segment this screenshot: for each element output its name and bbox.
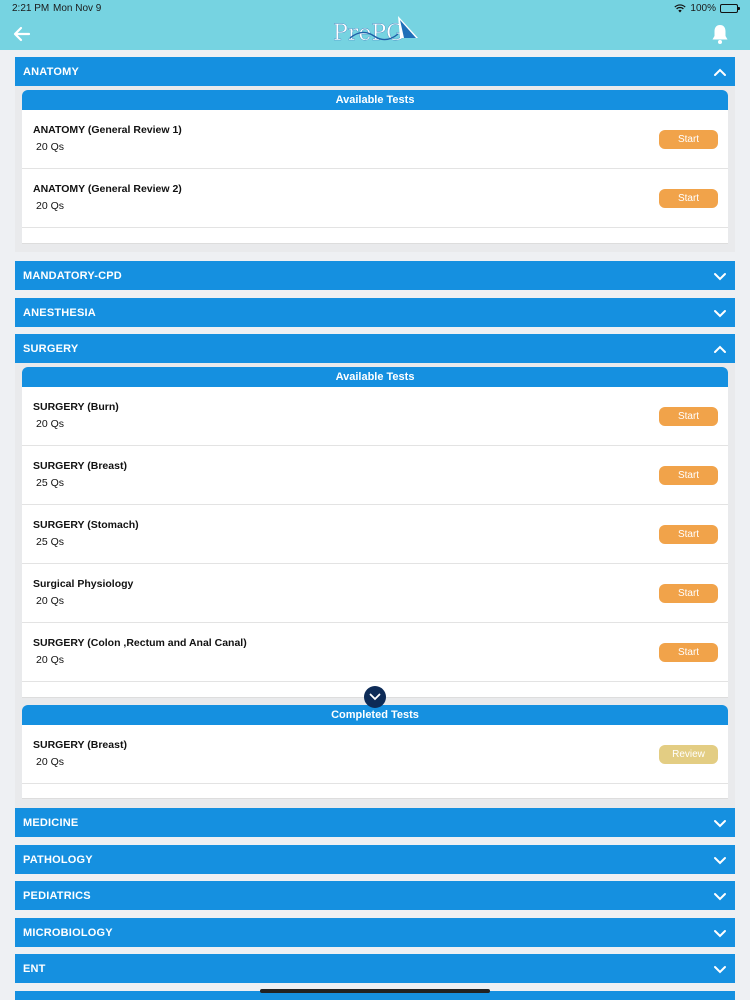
prepg-logo: PrePG	[333, 16, 418, 46]
accordion-header-anatomy[interactable]: ANATOMY	[15, 57, 735, 86]
scroll-down-button[interactable]	[364, 686, 386, 708]
review-button[interactable]: Review	[659, 745, 718, 764]
accordion-header-anesthesia[interactable]: ANESTHESIA	[15, 298, 735, 327]
list-footer	[22, 228, 728, 244]
accordion-header-surgery[interactable]: SURGERY	[15, 334, 735, 363]
chevron-down-icon	[714, 929, 726, 937]
test-question-count: 20 Qs	[36, 756, 65, 768]
start-button[interactable]: Start	[659, 189, 718, 208]
available-tests-header: Available Tests	[22, 367, 728, 387]
test-row: SURGERY (Burn) 20 Qs Start	[22, 387, 728, 446]
test-row: ANATOMY (General Review 1) 20 Qs Start	[22, 110, 728, 169]
accordion-title: ANESTHESIA	[23, 306, 96, 319]
test-name: ANATOMY (General Review 2)	[33, 183, 182, 195]
accordion-body-surgery: Available Tests SURGERY (Burn) 20 Qs Sta…	[15, 363, 735, 810]
accordion-microbiology: MICROBIOLOGY	[15, 918, 735, 947]
accordion-surgery: SURGERY Available Tests SURGERY (Burn) 2…	[15, 334, 735, 810]
accordion-body-anatomy: Available Tests ANATOMY (General Review …	[15, 86, 735, 252]
accordion-ent: ENT	[15, 954, 735, 983]
test-question-count: 25 Qs	[36, 477, 65, 489]
test-name: ANATOMY (General Review 1)	[33, 124, 182, 136]
accordion-pathology: PATHOLOGY	[15, 845, 735, 874]
bell-icon[interactable]	[710, 23, 730, 45]
back-arrow-icon[interactable]	[12, 24, 32, 44]
chevron-down-icon	[714, 819, 726, 827]
list-footer	[22, 784, 728, 799]
chevron-down-icon	[369, 693, 381, 701]
available-tests-header: Available Tests	[22, 90, 728, 110]
start-button[interactable]: Start	[659, 525, 718, 544]
accordion-anesthesia: ANESTHESIA	[15, 298, 735, 327]
chevron-up-icon	[714, 68, 726, 76]
accordion-title: SURGERY	[23, 342, 79, 355]
app-header: 2:21 PM Mon Nov 9 100% PrePG	[0, 0, 750, 50]
accordion-title: ENT	[23, 962, 46, 975]
start-button[interactable]: Start	[659, 407, 718, 426]
available-tests-list: ANATOMY (General Review 1) 20 Qs Start A…	[22, 110, 728, 244]
accordion-title: ANATOMY	[23, 65, 79, 78]
test-row: SURGERY (Stomach) 25 Qs Start	[22, 505, 728, 564]
accordion-title: PATHOLOGY	[23, 853, 93, 866]
accordion-title: MEDICINE	[23, 816, 79, 829]
status-date: Mon Nov 9	[53, 3, 102, 14]
test-row: SURGERY (Colon ,Rectum and Anal Canal) 2…	[22, 623, 728, 682]
accordion-header-pediatrics[interactable]: PEDIATRICS	[15, 881, 735, 910]
chevron-down-icon	[714, 272, 726, 280]
completed-tests-header: Completed Tests	[22, 705, 728, 725]
accordion-pediatrics: PEDIATRICS	[15, 881, 735, 910]
accordion-header-microbiology[interactable]: MICROBIOLOGY	[15, 918, 735, 947]
accordion-mandatory-cpd: MANDATORY-CPD	[15, 261, 735, 290]
start-button[interactable]: Start	[659, 643, 718, 662]
test-question-count: 20 Qs	[36, 654, 65, 666]
accordion-title: MANDATORY-CPD	[23, 269, 122, 282]
chevron-down-icon	[714, 309, 726, 317]
test-question-count: 20 Qs	[36, 141, 65, 153]
test-question-count: 20 Qs	[36, 200, 65, 212]
accordion-header-pathology[interactable]: PATHOLOGY	[15, 845, 735, 874]
status-right: 100%	[674, 3, 740, 14]
completed-tests-list: SURGERY (Breast) 20 Qs Review	[22, 725, 728, 799]
test-name: SURGERY (Breast)	[33, 460, 127, 472]
test-name: Surgical Physiology	[33, 578, 134, 590]
accordion-anatomy: ANATOMY Available Tests ANATOMY (General…	[15, 57, 735, 252]
accordion-header-mandatory-cpd[interactable]: MANDATORY-CPD	[15, 261, 735, 290]
chevron-down-icon	[714, 965, 726, 973]
available-tests-list: SURGERY (Burn) 20 Qs Start SURGERY (Brea…	[22, 387, 728, 698]
start-button[interactable]: Start	[659, 584, 718, 603]
start-button[interactable]: Start	[659, 130, 718, 149]
status-time: 2:21 PM	[12, 3, 50, 14]
start-button[interactable]: Start	[659, 466, 718, 485]
home-indicator	[260, 989, 490, 993]
accordion-medicine: MEDICINE	[15, 808, 735, 837]
test-question-count: 25 Qs	[36, 536, 65, 548]
test-row: SURGERY (Breast) 25 Qs Start	[22, 446, 728, 505]
test-row: Surgical Physiology 20 Qs Start	[22, 564, 728, 623]
test-row: ANATOMY (General Review 2) 20 Qs Start	[22, 169, 728, 228]
test-question-count: 20 Qs	[36, 418, 65, 430]
test-row: SURGERY (Breast) 20 Qs Review	[22, 725, 728, 784]
battery-icon	[720, 4, 740, 13]
chevron-down-icon	[714, 856, 726, 864]
accordion-title: MICROBIOLOGY	[23, 926, 113, 939]
accordion-header-ent[interactable]: ENT	[15, 954, 735, 983]
chevron-up-icon	[714, 345, 726, 353]
wifi-icon	[674, 4, 687, 13]
accordion-header-medicine[interactable]: MEDICINE	[15, 808, 735, 837]
test-name: SURGERY (Breast)	[33, 739, 127, 751]
accordion-title: PEDIATRICS	[23, 889, 91, 902]
test-name: SURGERY (Colon ,Rectum and Anal Canal)	[33, 637, 247, 649]
test-name: SURGERY (Burn)	[33, 401, 119, 413]
battery-percent: 100%	[690, 3, 716, 14]
chevron-down-icon	[714, 892, 726, 900]
test-question-count: 20 Qs	[36, 595, 65, 607]
test-name: SURGERY (Stomach)	[33, 519, 139, 531]
